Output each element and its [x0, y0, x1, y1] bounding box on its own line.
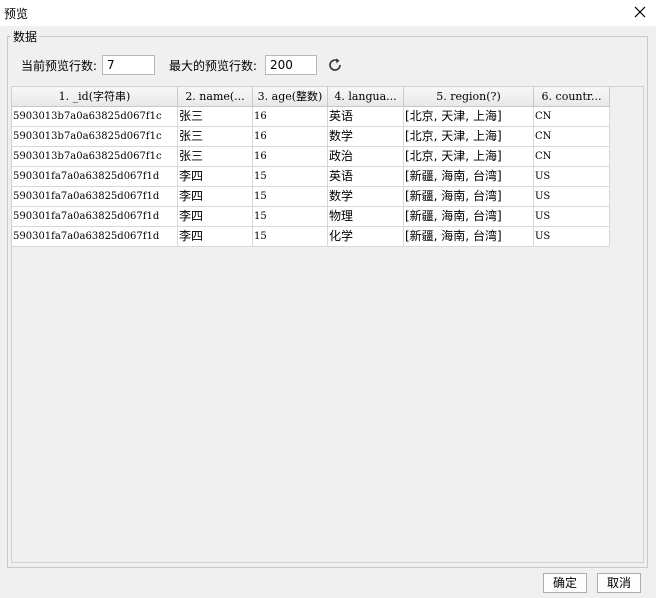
- column-header[interactable]: 2. name(...: [178, 87, 253, 106]
- cell-language[interactable]: 英语: [328, 107, 404, 127]
- window-title: 预览: [4, 7, 29, 21]
- cell-id[interactable]: 5903013b7a0a63825d067f1c: [12, 107, 178, 127]
- cell-age[interactable]: 15: [253, 187, 328, 207]
- title-bar: 预览: [0, 0, 656, 26]
- max-rows-field[interactable]: 200: [265, 55, 317, 75]
- cell-id[interactable]: 590301fa7a0a63825d067f1d: [12, 187, 178, 207]
- column-header[interactable]: 3. age(整数): [253, 87, 328, 106]
- cell-age[interactable]: 15: [253, 167, 328, 187]
- table-row[interactable]: 5903013b7a0a63825d067f1c 张三 16 英语 [北京, 天…: [12, 107, 610, 127]
- cell-country[interactable]: US: [534, 167, 610, 187]
- column-header[interactable]: 1. _id(字符串): [12, 87, 178, 106]
- cell-age[interactable]: 16: [253, 127, 328, 147]
- cell-name[interactable]: 张三: [178, 147, 253, 167]
- cell-age[interactable]: 16: [253, 147, 328, 167]
- data-grid[interactable]: 1. _id(字符串) 2. name(... 3. age(整数) 4. la…: [11, 86, 644, 563]
- group-label: 数据: [11, 28, 40, 45]
- cell-id[interactable]: 5903013b7a0a63825d067f1c: [12, 127, 178, 147]
- cell-region[interactable]: [新疆, 海南, 台湾]: [404, 167, 534, 187]
- close-icon[interactable]: [632, 4, 648, 20]
- cell-id[interactable]: 5903013b7a0a63825d067f1c: [12, 147, 178, 167]
- table-row[interactable]: 5903013b7a0a63825d067f1c 张三 16 数学 [北京, 天…: [12, 127, 610, 147]
- cancel-button[interactable]: 取消: [597, 573, 641, 593]
- current-rows-field[interactable]: 7: [102, 55, 155, 75]
- column-header[interactable]: 5. region(?): [404, 87, 534, 106]
- cell-region[interactable]: [北京, 天津, 上海]: [404, 147, 534, 167]
- cell-name[interactable]: 张三: [178, 127, 253, 147]
- cell-country[interactable]: US: [534, 207, 610, 227]
- cell-country[interactable]: US: [534, 187, 610, 207]
- cell-id[interactable]: 590301fa7a0a63825d067f1d: [12, 167, 178, 187]
- cell-language[interactable]: 数学: [328, 187, 404, 207]
- table-row[interactable]: 5903013b7a0a63825d067f1c 张三 16 政治 [北京, 天…: [12, 147, 610, 167]
- cell-country[interactable]: CN: [534, 147, 610, 167]
- refresh-icon[interactable]: [326, 56, 344, 74]
- cell-region[interactable]: [新疆, 海南, 台湾]: [404, 187, 534, 207]
- cell-region[interactable]: [新疆, 海南, 台湾]: [404, 227, 534, 247]
- cell-name[interactable]: 李四: [178, 167, 253, 187]
- cell-name[interactable]: 李四: [178, 187, 253, 207]
- cell-id[interactable]: 590301fa7a0a63825d067f1d: [12, 207, 178, 227]
- table-body: 5903013b7a0a63825d067f1c 张三 16 英语 [北京, 天…: [12, 107, 610, 247]
- cell-age[interactable]: 15: [253, 207, 328, 227]
- cell-name[interactable]: 李四: [178, 227, 253, 247]
- cell-country[interactable]: US: [534, 227, 610, 247]
- current-rows-label: 当前预览行数:: [21, 59, 98, 73]
- cell-language[interactable]: 化学: [328, 227, 404, 247]
- cell-id[interactable]: 590301fa7a0a63825d067f1d: [12, 227, 178, 247]
- cell-age[interactable]: 16: [253, 107, 328, 127]
- cell-language[interactable]: 英语: [328, 167, 404, 187]
- table-row[interactable]: 590301fa7a0a63825d067f1d 李四 15 英语 [新疆, 海…: [12, 167, 610, 187]
- cell-age[interactable]: 15: [253, 227, 328, 247]
- cell-region[interactable]: [北京, 天津, 上海]: [404, 127, 534, 147]
- ok-button[interactable]: 确定: [543, 573, 587, 593]
- cell-region[interactable]: [新疆, 海南, 台湾]: [404, 207, 534, 227]
- cell-language[interactable]: 数学: [328, 127, 404, 147]
- table-header: 1. _id(字符串) 2. name(... 3. age(整数) 4. la…: [12, 87, 610, 107]
- cell-region[interactable]: [北京, 天津, 上海]: [404, 107, 534, 127]
- table-row[interactable]: 590301fa7a0a63825d067f1d 李四 15 数学 [新疆, 海…: [12, 187, 610, 207]
- cell-country[interactable]: CN: [534, 127, 610, 147]
- column-header[interactable]: 6. countr...: [534, 87, 610, 106]
- cell-name[interactable]: 李四: [178, 207, 253, 227]
- max-rows-label: 最大的预览行数:: [169, 59, 258, 73]
- cell-country[interactable]: CN: [534, 107, 610, 127]
- cell-language[interactable]: 政治: [328, 147, 404, 167]
- column-header[interactable]: 4. langua...: [328, 87, 404, 106]
- cell-language[interactable]: 物理: [328, 207, 404, 227]
- table-row[interactable]: 590301fa7a0a63825d067f1d 李四 15 物理 [新疆, 海…: [12, 207, 610, 227]
- table-row[interactable]: 590301fa7a0a63825d067f1d 李四 15 化学 [新疆, 海…: [12, 227, 610, 247]
- cell-name[interactable]: 张三: [178, 107, 253, 127]
